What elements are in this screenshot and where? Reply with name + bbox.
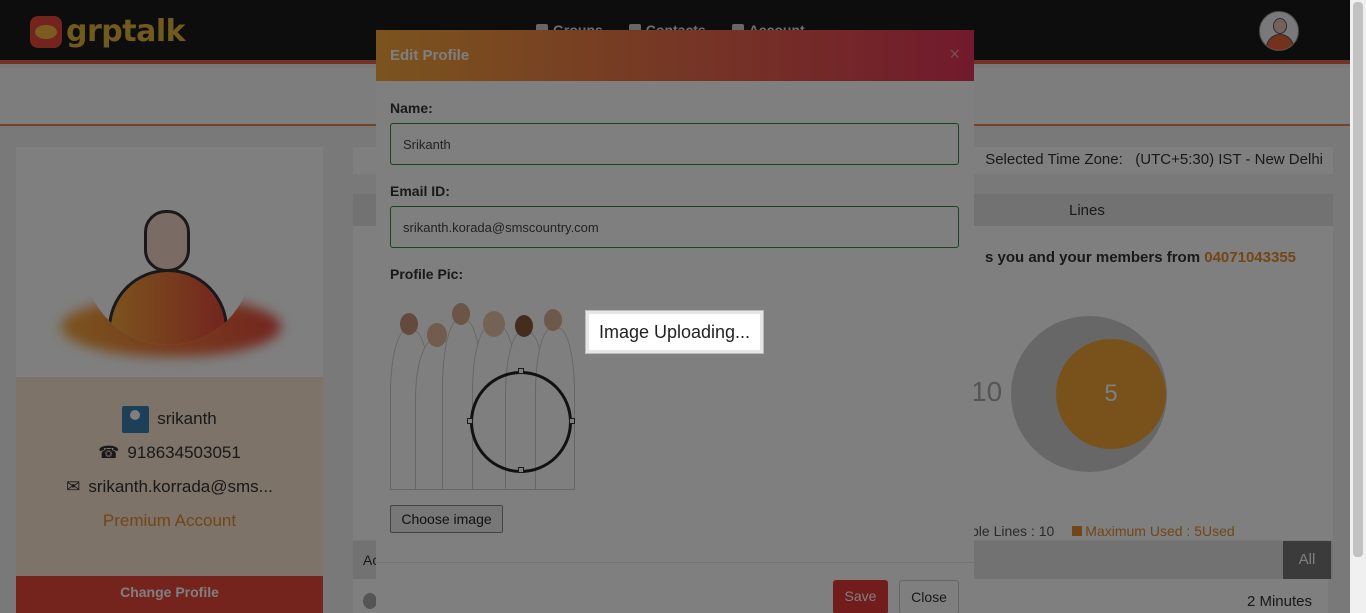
crop-handle[interactable] — [518, 467, 524, 473]
profile-pic-label: Profile Pic: — [390, 266, 464, 282]
name-label: Name: — [390, 100, 433, 116]
close-button[interactable]: Close — [899, 580, 959, 613]
email-field[interactable] — [390, 206, 959, 248]
email-label: Email ID: — [390, 183, 450, 199]
choose-image-button[interactable]: Choose image — [390, 505, 503, 533]
profile-pic-crop-area[interactable] — [390, 293, 575, 490]
crop-handle[interactable] — [467, 418, 473, 424]
crop-circle[interactable] — [470, 371, 572, 473]
save-button[interactable]: Save — [833, 580, 888, 613]
uploading-indicator: Image Uploading... — [585, 310, 764, 354]
close-icon[interactable]: × — [949, 44, 960, 65]
modal-footer-divider — [376, 562, 974, 563]
name-field[interactable] — [390, 123, 959, 165]
modal-title: Edit Profile — [390, 47, 470, 64]
crop-handle[interactable] — [518, 368, 524, 374]
page-scrollbar[interactable] — [1350, 0, 1366, 613]
edit-profile-modal: Edit Profile × Name: Email ID: Profile P… — [376, 30, 974, 613]
modal-header: Edit Profile × — [376, 30, 974, 81]
crop-handle[interactable] — [569, 418, 575, 424]
scrollbar-thumb[interactable] — [1353, 2, 1363, 557]
